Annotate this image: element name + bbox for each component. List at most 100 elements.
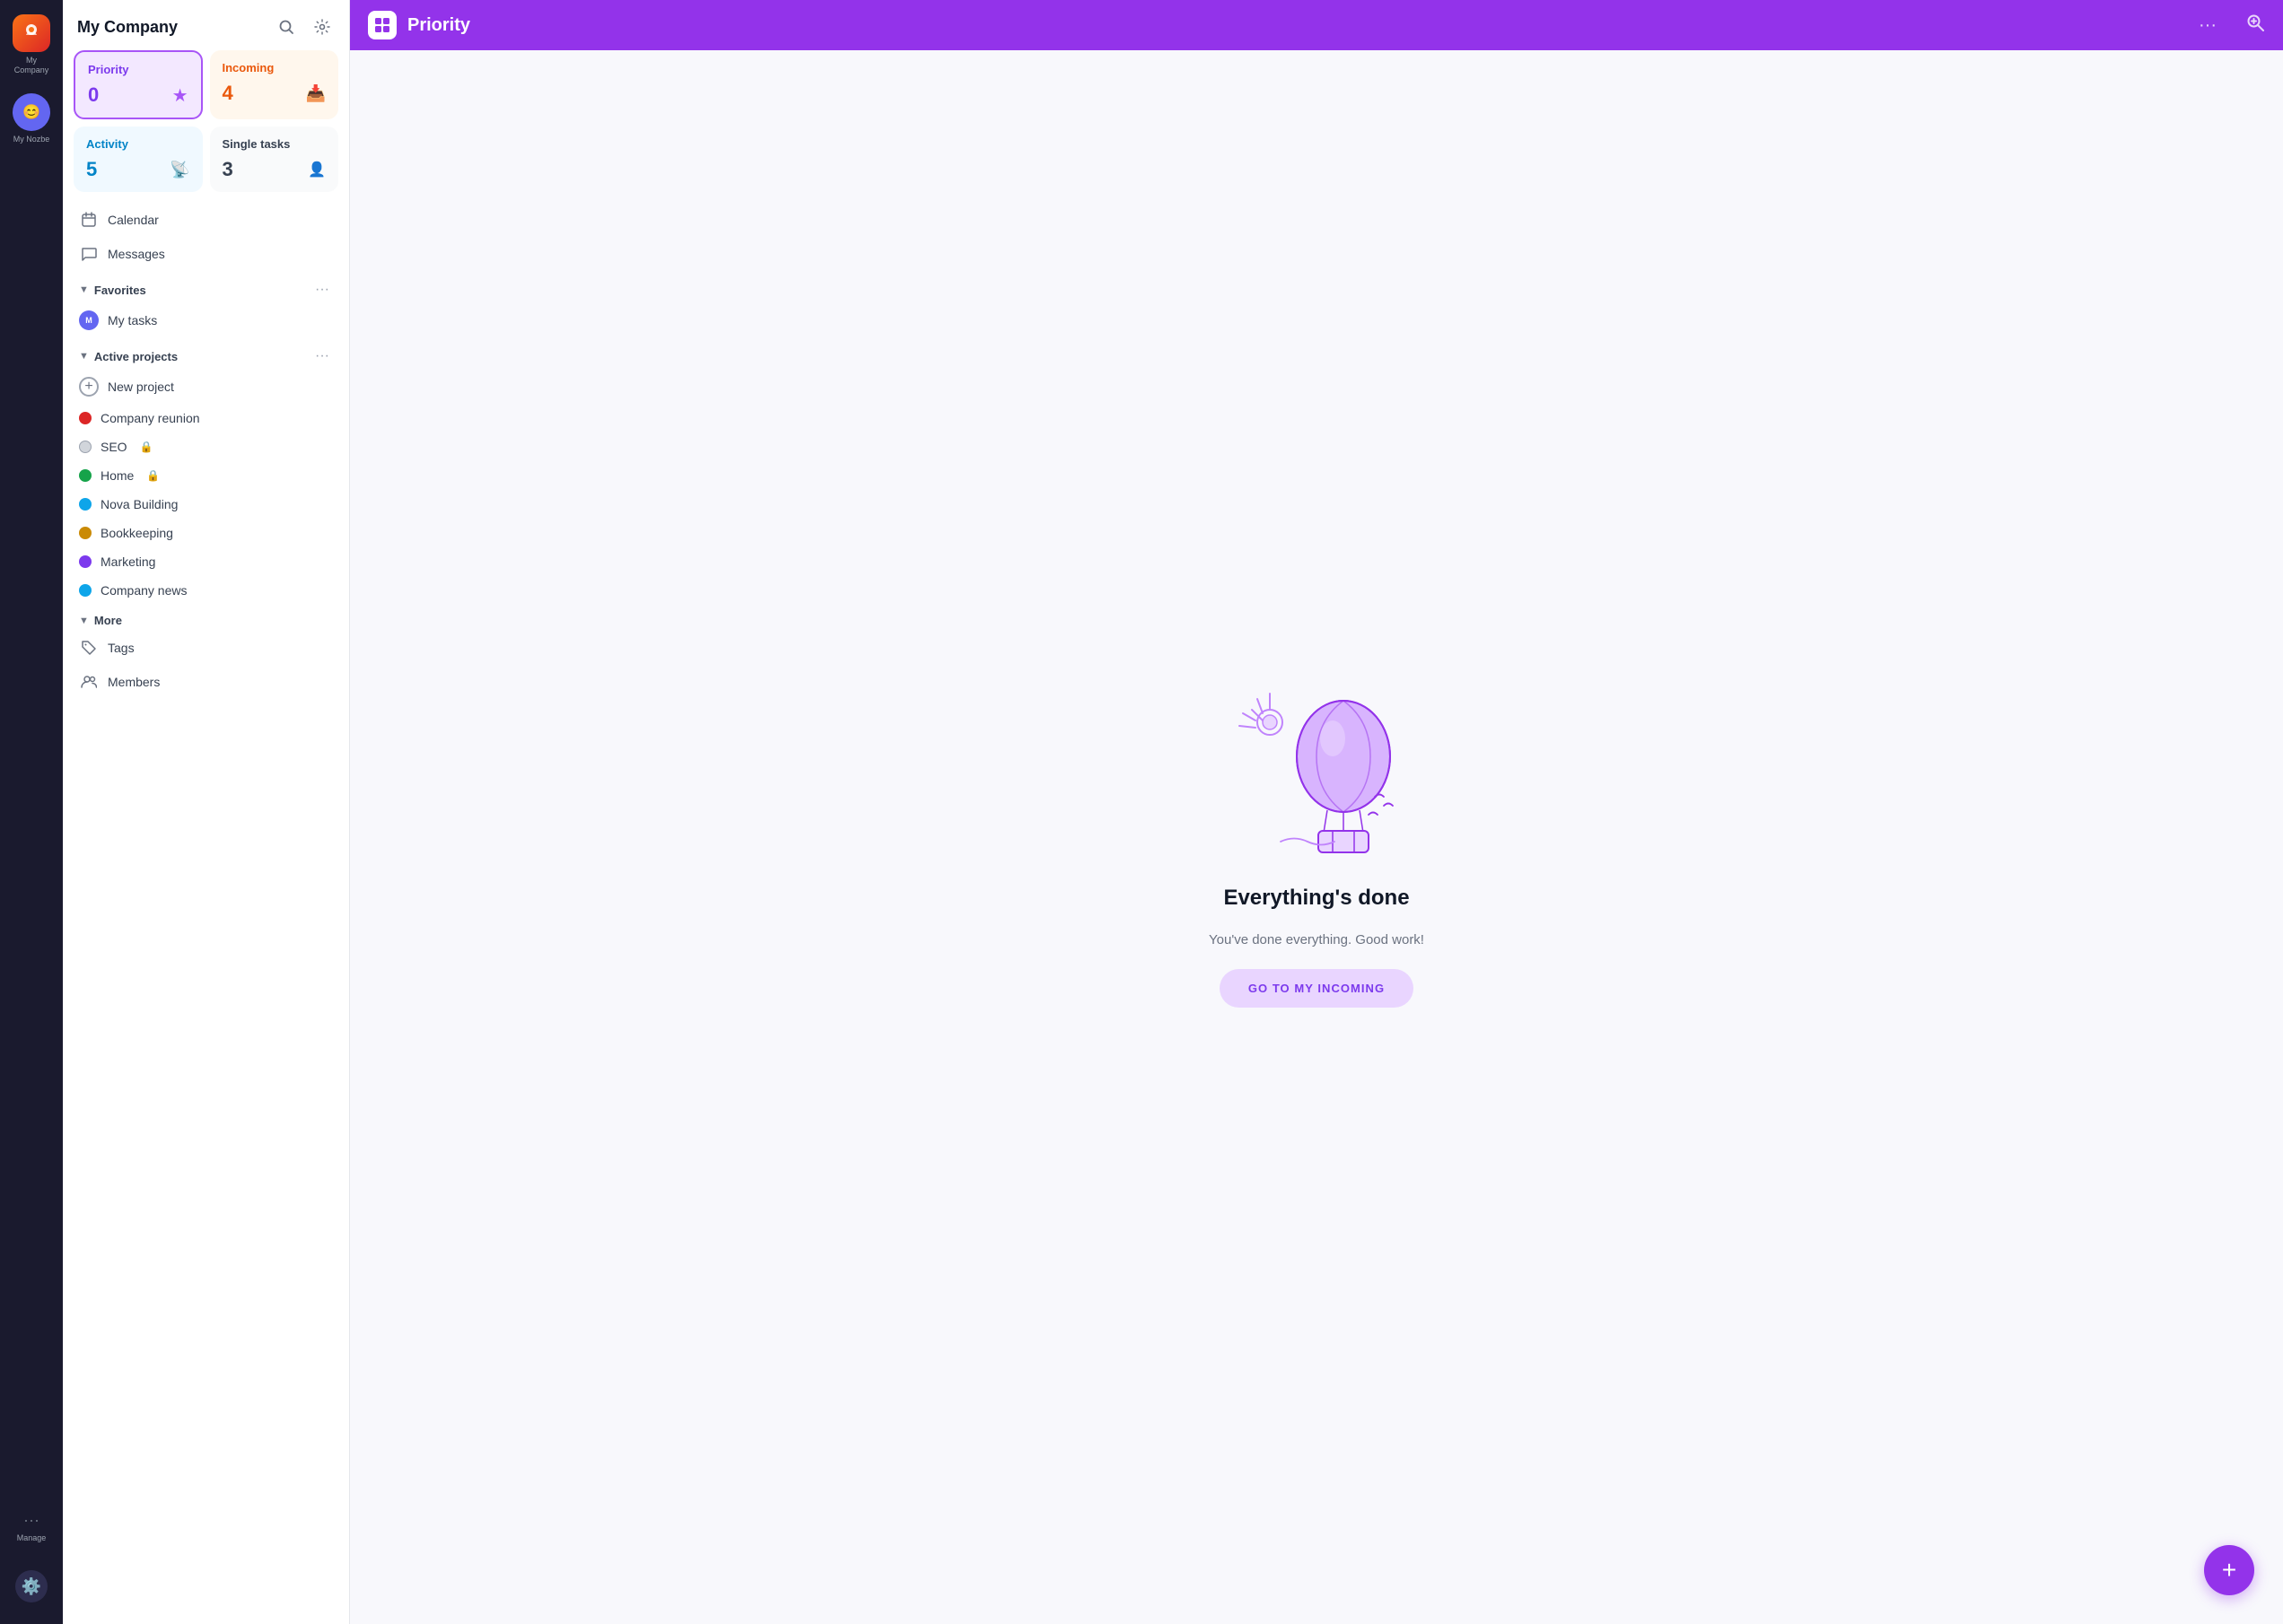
empty-state-title: Everything's done <box>1223 886 1409 911</box>
active-projects-label: Active projects <box>94 350 178 363</box>
card-activity[interactable]: Activity 5 📡 <box>74 127 203 192</box>
favorites-more-icon[interactable]: ··· <box>311 280 333 300</box>
card-single-label: Single tasks <box>223 137 327 151</box>
nav-item-new-project[interactable]: + New project <box>70 370 342 404</box>
tags-label: Tags <box>108 641 135 655</box>
calendar-icon <box>79 210 99 230</box>
empty-state-subtitle: You've done everything. Good work! <box>1209 932 1424 947</box>
card-activity-label: Activity <box>86 137 190 151</box>
top-bar: Priority ··· <box>350 0 2283 50</box>
card-priority[interactable]: Priority 0 ★ <box>74 50 203 119</box>
favorites-label: Favorites <box>94 284 146 297</box>
manage-dots-icon: ··· <box>23 1511 39 1530</box>
nav-item-company-news[interactable]: Company news <box>70 576 342 605</box>
sidebar-nav: Calendar Messages ▼ Favorites ··· M My t… <box>63 203 349 1624</box>
cards-grid: Priority 0 ★ Incoming 4 📥 Activity 5 📡 S… <box>63 50 349 203</box>
nav-item-messages[interactable]: Messages <box>70 237 342 271</box>
marketing-dot <box>79 555 92 568</box>
home-label: Home <box>101 468 134 483</box>
my-tasks-label: My tasks <box>108 313 157 327</box>
sidebar-item-company[interactable]: My Company <box>5 9 57 81</box>
card-incoming[interactable]: Incoming 4 📥 <box>210 50 339 119</box>
nav-item-marketing[interactable]: Marketing <box>70 547 342 576</box>
card-priority-count: 0 <box>88 83 99 107</box>
inbox-icon: 📥 <box>306 84 326 103</box>
nav-item-calendar[interactable]: Calendar <box>70 203 342 237</box>
sidebar-item-manage[interactable]: ··· Manage <box>12 1506 52 1558</box>
bookkeeping-dot <box>79 527 92 539</box>
nova-building-dot <box>79 498 92 511</box>
sidebar: My Company Priority 0 ★ <box>63 0 350 1624</box>
sidebar-header-icons <box>274 14 335 39</box>
seo-lock-icon: 🔒 <box>140 441 153 453</box>
nav-item-seo[interactable]: SEO 🔒 <box>70 432 342 461</box>
activity-icon: 📡 <box>170 161 189 179</box>
favorites-section-header[interactable]: ▼ Favorites ··· <box>70 271 342 303</box>
gear-icon[interactable] <box>310 14 335 39</box>
sidebar-item-settings[interactable]: ⚙️ <box>5 1565 57 1608</box>
manage-label: Manage <box>17 1533 47 1543</box>
top-bar-search-icon[interactable] <box>2245 13 2265 38</box>
sidebar-title: My Company <box>77 18 178 37</box>
fab-plus-icon: + <box>2222 1556 2236 1585</box>
messages-icon <box>79 244 99 264</box>
company-label: My Company <box>11 56 52 75</box>
single-tasks-icon: 👤 <box>308 161 326 179</box>
active-projects-more-icon[interactable]: ··· <box>311 346 333 366</box>
seo-dot <box>79 441 92 453</box>
my-tasks-avatar: M <box>79 310 99 330</box>
home-lock-icon: 🔒 <box>146 469 160 482</box>
card-single-count: 3 <box>223 158 233 181</box>
card-single-tasks[interactable]: Single tasks 3 👤 <box>210 127 339 192</box>
company-reunion-label: Company reunion <box>101 411 200 425</box>
more-section-header[interactable]: ▼ More <box>70 605 342 631</box>
card-priority-label: Priority <box>88 63 188 76</box>
top-bar-dots-icon[interactable]: ··· <box>2199 15 2217 36</box>
nav-item-my-tasks[interactable]: M My tasks <box>70 303 342 337</box>
nav-item-home[interactable]: Home 🔒 <box>70 461 342 490</box>
company-avatar <box>13 14 50 52</box>
card-incoming-label: Incoming <box>223 61 327 74</box>
top-bar-title: Priority <box>407 15 2199 36</box>
user-label: My Nozbe <box>13 135 50 144</box>
user-avatar: 😊 <box>13 93 50 131</box>
marketing-label: Marketing <box>101 554 155 569</box>
company-news-dot <box>79 584 92 597</box>
nav-item-tags[interactable]: Tags <box>70 631 342 665</box>
more-chevron-icon: ▼ <box>79 616 89 626</box>
active-projects-chevron-icon: ▼ <box>79 351 89 362</box>
tags-icon <box>79 638 99 658</box>
new-project-icon: + <box>79 377 99 397</box>
card-incoming-count: 4 <box>223 82 233 105</box>
new-project-label: New project <box>108 380 174 394</box>
company-reunion-dot <box>79 412 92 424</box>
top-bar-right: ··· <box>2199 13 2265 38</box>
active-projects-section-header[interactable]: ▼ Active projects ··· <box>70 337 342 370</box>
company-news-label: Company news <box>101 583 188 598</box>
main-content: Priority ··· <box>350 0 2283 1624</box>
fab-add-button[interactable]: + <box>2204 1545 2254 1595</box>
calendar-label: Calendar <box>108 213 159 227</box>
members-label: Members <box>108 675 160 689</box>
members-icon <box>79 672 99 692</box>
seo-label: SEO <box>101 440 127 454</box>
more-label: More <box>94 614 122 627</box>
sidebar-header: My Company <box>63 0 349 50</box>
star-icon: ★ <box>172 84 188 107</box>
nova-building-label: Nova Building <box>101 497 178 511</box>
bookkeeping-label: Bookkeeping <box>101 526 173 540</box>
home-dot <box>79 469 92 482</box>
card-activity-count: 5 <box>86 158 97 181</box>
nav-item-members[interactable]: Members <box>70 665 342 699</box>
balloon-illustration <box>1209 667 1424 864</box>
top-bar-app-icon <box>368 11 397 39</box>
sidebar-item-my-nozbe[interactable]: 😊 My Nozbe <box>5 88 57 150</box>
goto-incoming-button[interactable]: GO TO MY INCOMING <box>1220 969 1413 1008</box>
nav-item-company-reunion[interactable]: Company reunion <box>70 404 342 432</box>
messages-label: Messages <box>108 247 165 261</box>
nav-item-nova-building[interactable]: Nova Building <box>70 490 342 519</box>
nav-item-bookkeeping[interactable]: Bookkeeping <box>70 519 342 547</box>
icon-bar: My Company 😊 My Nozbe ··· Manage ⚙️ <box>0 0 63 1624</box>
empty-state: Everything's done You've done everything… <box>350 50 2283 1624</box>
search-icon[interactable] <box>274 14 299 39</box>
